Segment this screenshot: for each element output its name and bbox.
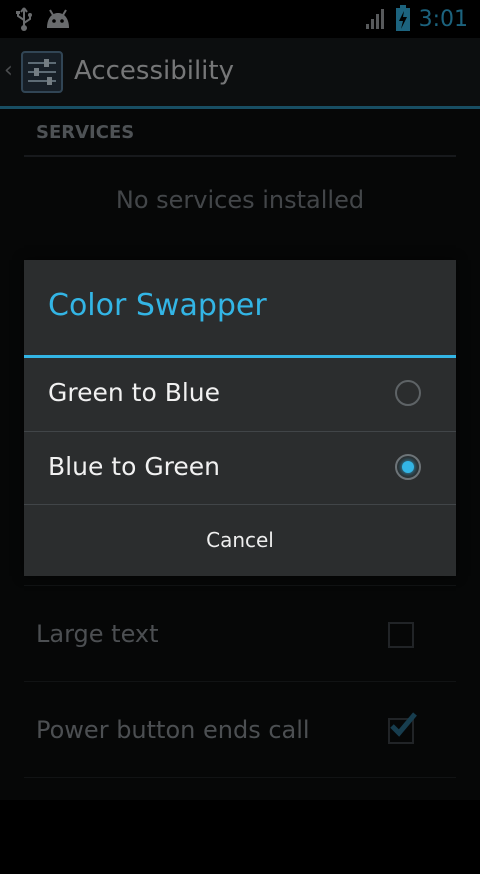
option-label: Blue to Green (48, 452, 221, 481)
radio-unselected-icon[interactable] (395, 380, 421, 406)
radio-dot (402, 461, 414, 473)
color-swapper-dialog: Color Swapper Green to Blue Blue to Gree… (24, 260, 456, 576)
dialog-title: Color Swapper (48, 288, 267, 323)
option-blue-to-green[interactable]: Blue to Green (24, 432, 456, 504)
option-label: Green to Blue (48, 378, 221, 407)
option-green-to-blue[interactable]: Green to Blue (24, 358, 456, 430)
cancel-button[interactable]: Cancel (24, 505, 456, 576)
radio-selected-icon[interactable] (395, 454, 421, 480)
